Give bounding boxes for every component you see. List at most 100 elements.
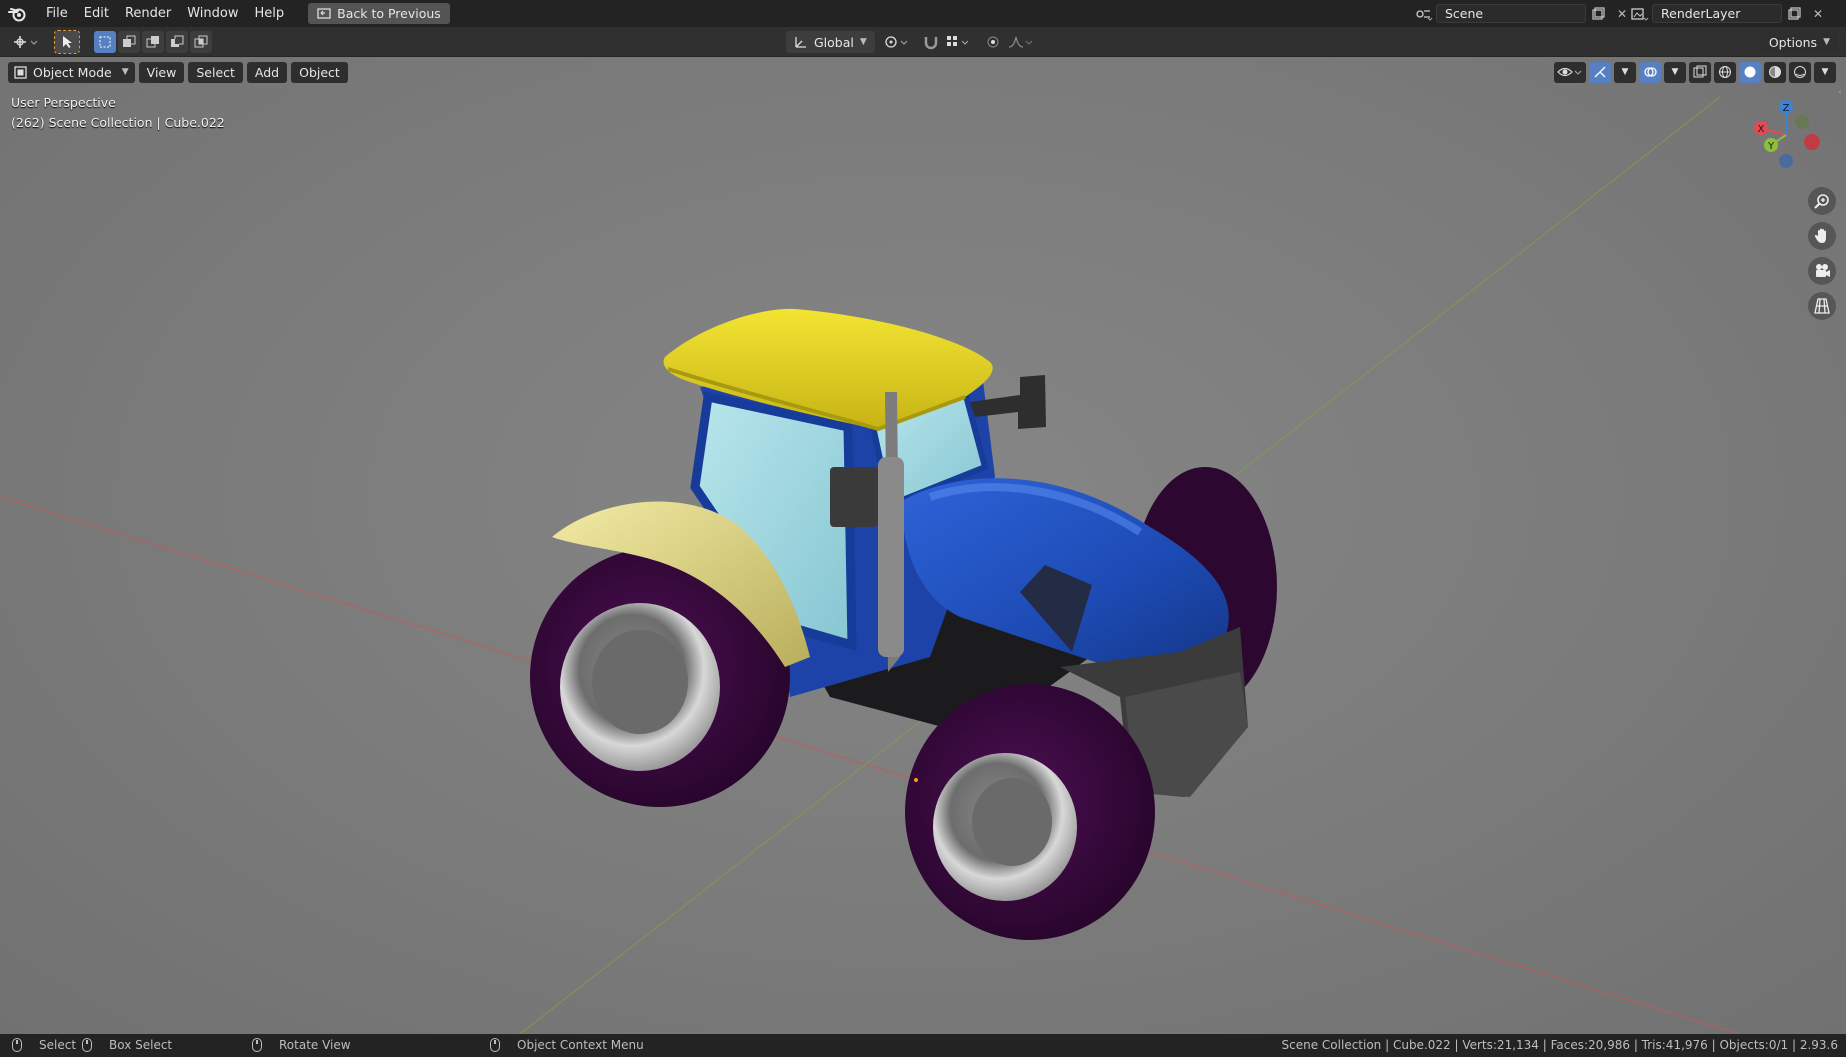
navigation-tools bbox=[1808, 187, 1836, 320]
chevron-down-icon: ▼ bbox=[121, 67, 129, 77]
exhaust-bracket bbox=[830, 467, 878, 527]
editor-type-icon[interactable] bbox=[8, 31, 42, 53]
status-box-select-label: Box Select bbox=[109, 1038, 173, 1052]
delete-renderlayer-icon[interactable]: ✕ bbox=[1806, 3, 1830, 24]
tool-settings-bar: Global ▼ Options ▼ bbox=[0, 27, 1846, 57]
options-label: Options bbox=[1768, 34, 1818, 50]
select-tool-group bbox=[54, 30, 81, 54]
scene-browse-icon[interactable] bbox=[1412, 3, 1436, 24]
status-box-select-hint: Box Select bbox=[82, 1038, 172, 1052]
menu-file[interactable]: File bbox=[38, 3, 76, 24]
chevron-down-icon: ▼ bbox=[859, 37, 867, 47]
select-invert-icon[interactable] bbox=[166, 31, 188, 53]
proportional-edit-icon[interactable] bbox=[982, 31, 1004, 53]
overlays-toggle-icon[interactable] bbox=[1639, 61, 1661, 83]
shading-material-icon[interactable] bbox=[1764, 61, 1786, 83]
new-scene-icon[interactable] bbox=[1586, 3, 1610, 24]
status-context-label: Object Context Menu bbox=[517, 1038, 644, 1052]
scene-selector: Scene ✕ bbox=[1412, 3, 1634, 24]
snap-magnet-icon[interactable] bbox=[920, 31, 942, 53]
renderlayer-browse-icon[interactable] bbox=[1628, 3, 1652, 24]
gizmo-neg-y-circle bbox=[1795, 115, 1809, 129]
falloff-curve-icon[interactable] bbox=[1006, 31, 1036, 53]
gizmo-y-label: Y bbox=[1767, 141, 1775, 152]
status-bar: Select Box Select Rotate View Object Con… bbox=[0, 1034, 1846, 1057]
ortho-grid-icon[interactable] bbox=[1808, 292, 1836, 320]
object-origin-dot bbox=[914, 778, 918, 782]
add-menu-button[interactable]: Add bbox=[246, 61, 288, 83]
transform-orientation-dropdown[interactable]: Global ▼ bbox=[786, 31, 875, 53]
menu-window[interactable]: Window bbox=[179, 3, 246, 24]
view-menu-button[interactable]: View bbox=[138, 61, 185, 83]
status-context-hint: Object Context Menu bbox=[490, 1038, 644, 1052]
gizmo-neg-z-circle bbox=[1779, 154, 1793, 168]
object-mode-label: Object Mode bbox=[33, 64, 112, 80]
transform-orientation-group: Global ▼ bbox=[786, 31, 875, 53]
rear-left-hub bbox=[592, 630, 688, 734]
shading-solid-icon[interactable] bbox=[1739, 61, 1761, 83]
gizmo-neg-x-circle bbox=[1804, 134, 1820, 150]
viewport-scene bbox=[0, 96, 1742, 1034]
object-menu-button[interactable]: Object bbox=[291, 61, 348, 83]
sidebar-toggle-icon[interactable]: ‹ bbox=[1838, 87, 1846, 101]
new-renderlayer-icon[interactable] bbox=[1782, 3, 1806, 24]
xray-toggle-icon[interactable] bbox=[1689, 61, 1711, 83]
menu-help[interactable]: Help bbox=[247, 3, 293, 24]
zoom-magnifier-icon[interactable] bbox=[1808, 187, 1836, 215]
collection-label: (262) Scene Collection | Cube.022 bbox=[11, 115, 225, 130]
blender-logo-icon[interactable] bbox=[6, 3, 28, 25]
orientation-axes-icon bbox=[795, 37, 806, 48]
renderlayer-name-field[interactable]: RenderLayer bbox=[1652, 4, 1782, 23]
pivot-group bbox=[882, 31, 914, 53]
renderlayer-name-text: RenderLayer bbox=[1661, 6, 1741, 21]
exhaust-muffler bbox=[878, 457, 904, 657]
left-mouse-icon bbox=[12, 1038, 22, 1052]
right-mouse-icon bbox=[490, 1038, 500, 1052]
object-mode-dropdown[interactable]: Object Mode ▼ bbox=[8, 61, 135, 83]
status-select-label: Select bbox=[39, 1038, 77, 1052]
select-new-icon[interactable] bbox=[94, 31, 116, 53]
viewport-shading-controls: ▼ ▼ ▼ bbox=[1554, 61, 1836, 83]
navigation-gizmo[interactable]: Z X Y bbox=[1746, 95, 1826, 175]
back-to-previous-button[interactable]: Back to Previous bbox=[308, 3, 450, 24]
viewport-header: Object Mode ▼ View Select Add Object bbox=[8, 61, 348, 83]
scene-name-field[interactable]: Scene bbox=[1436, 4, 1586, 23]
select-menu-button[interactable]: Select bbox=[188, 61, 243, 83]
gizmo-toggle-icon[interactable] bbox=[1589, 61, 1611, 83]
gizmo-dropdown-icon[interactable]: ▼ bbox=[1614, 61, 1636, 83]
visibility-eye-icon[interactable] bbox=[1554, 61, 1586, 83]
camera-view-icon[interactable] bbox=[1808, 257, 1836, 285]
shading-wireframe-icon[interactable] bbox=[1714, 61, 1736, 83]
menu-edit[interactable]: Edit bbox=[76, 3, 117, 24]
select-intersect-icon[interactable] bbox=[190, 31, 212, 53]
front-left-hub bbox=[972, 778, 1052, 866]
back-screen-icon bbox=[317, 7, 331, 19]
shading-rendered-icon[interactable] bbox=[1789, 61, 1811, 83]
select-extend-icon[interactable] bbox=[118, 31, 140, 53]
options-group: Options ▼ bbox=[1760, 31, 1838, 53]
overlays-dropdown-icon[interactable]: ▼ bbox=[1664, 61, 1686, 83]
selection-mode-group bbox=[94, 31, 214, 53]
pan-hand-icon[interactable] bbox=[1808, 222, 1836, 250]
options-dropdown[interactable]: Options ▼ bbox=[1760, 31, 1838, 53]
gizmo-x-label: X bbox=[1758, 124, 1765, 135]
editor-type-group bbox=[8, 31, 44, 53]
back-to-previous-label: Back to Previous bbox=[337, 6, 441, 21]
status-rotate-hint: Rotate View bbox=[252, 1038, 351, 1052]
snap-increment-icon[interactable] bbox=[944, 31, 974, 53]
chevron-down-icon: ▼ bbox=[1823, 37, 1830, 47]
gizmo-z-label: Z bbox=[1783, 103, 1790, 114]
menu-render[interactable]: Render bbox=[117, 3, 179, 24]
snapping-group bbox=[920, 31, 976, 53]
pivot-point-icon[interactable] bbox=[882, 31, 912, 53]
shading-dropdown-icon[interactable]: ▼ bbox=[1814, 61, 1836, 83]
scene-statistics: Scene Collection | Cube.022 | Verts:21,1… bbox=[1281, 1038, 1838, 1052]
transform-orientation-label: Global bbox=[814, 34, 854, 50]
select-cursor-icon[interactable] bbox=[54, 30, 80, 54]
select-subtract-icon[interactable] bbox=[142, 31, 164, 53]
perspective-label: User Perspective bbox=[11, 95, 116, 110]
middle-mouse-icon bbox=[252, 1038, 262, 1052]
3d-viewport[interactable]: Object Mode ▼ View Select Add Object ▼ ▼ bbox=[0, 57, 1846, 1034]
object-mode-icon bbox=[14, 65, 27, 79]
status-select-hint: Select bbox=[12, 1038, 76, 1052]
